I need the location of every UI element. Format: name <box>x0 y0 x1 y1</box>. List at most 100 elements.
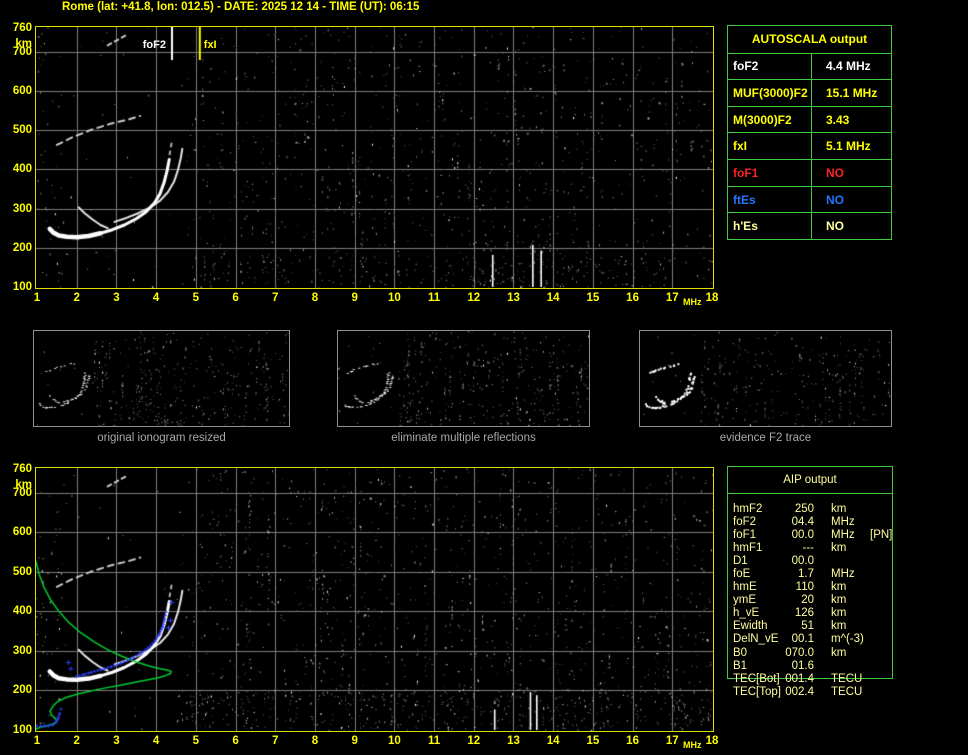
thumbnail-eliminate-reflections <box>337 330 590 427</box>
aip-unit: km <box>831 594 868 607</box>
x-axis-tick: 4 <box>153 735 159 747</box>
aip-unit <box>831 660 868 673</box>
aip-row: hmF1---km <box>727 542 902 555</box>
autoscala-row: fxI5.1 MHz <box>728 133 891 160</box>
aip-param: hmE <box>727 581 783 594</box>
x-axis-tick: 13 <box>507 292 520 304</box>
y-axis-tick: 760 <box>1 463 32 475</box>
y-axis-tick: 300 <box>1 645 32 657</box>
aip-unit: TECU <box>831 673 868 686</box>
x-axis-tick: 13 <box>507 735 520 747</box>
aip-param: hmF2 <box>727 503 783 516</box>
aip-value: 00.0 <box>783 555 814 568</box>
aip-unit: km <box>831 620 868 633</box>
x-axis-tick: 3 <box>113 735 119 747</box>
aip-value: 002.4 <box>783 686 814 699</box>
aip-param: foE <box>727 568 783 581</box>
x-axis-tick: 6 <box>232 292 238 304</box>
autoscala-value: NO <box>812 160 891 186</box>
aip-unit: km <box>831 607 868 620</box>
thumbnail-original-ionogram <box>33 330 290 427</box>
thumbnail-eliminate-canvas <box>338 331 589 426</box>
x-axis-tick: 15 <box>586 735 599 747</box>
aip-unit: MHz <box>831 516 868 529</box>
x-axis-tick: 18 <box>706 292 719 304</box>
profile-ionogram-canvas <box>36 468 713 731</box>
autoscala-window: Rome (lat: +41.8, lon: 012.5) - DATE: 20… <box>0 0 968 755</box>
x-axis-tick: 1 <box>34 292 40 304</box>
aip-extra: [PN] <box>870 529 892 542</box>
autoscala-value: 15.1 MHz <box>812 80 891 106</box>
y-axis-tick: 600 <box>1 526 32 538</box>
autoscala-output-table: AUTOSCALA output foF24.4 MHzMUF(3000)F21… <box>727 25 892 240</box>
x-axis-tick: 8 <box>312 292 318 304</box>
aip-value: 00.0 <box>783 529 814 542</box>
aip-param: TEC[Bot] <box>727 673 783 686</box>
y-axis-tick: 400 <box>1 605 32 617</box>
fof2-marker-label: foF2 <box>134 39 166 51</box>
x-axis-tick: 16 <box>626 292 639 304</box>
x-axis-tick: 11 <box>428 292 440 304</box>
autoscala-row: foF1NO <box>728 160 891 187</box>
autoscala-table-title: AUTOSCALA output <box>728 26 891 54</box>
aip-row: hmE110km <box>727 581 902 594</box>
autoscala-value: NO <box>812 187 891 213</box>
x-axis-tick: 12 <box>467 735 480 747</box>
aip-row: foF100.0 MHz[PN] <box>727 529 902 542</box>
x-axis-tick: 18 <box>706 735 719 747</box>
y-axis-tick: 200 <box>1 684 32 696</box>
y-axis-tick: 300 <box>1 203 32 215</box>
aip-param: h_vE <box>727 607 783 620</box>
autoscala-row: foF24.4 MHz <box>728 54 891 81</box>
aip-row: DelN_vE00.1m^(-3) <box>727 633 902 646</box>
autoscala-param: MUF(3000)F2 <box>728 80 812 106</box>
aip-param: hmF1 <box>727 542 783 555</box>
y-axis-tick: 760 <box>1 22 32 34</box>
autoscala-table-rows: foF24.4 MHzMUF(3000)F215.1 MHzM(3000)F23… <box>728 54 891 240</box>
autoscala-row: M(3000)F23.43 <box>728 107 891 134</box>
x-axis-tick: 15 <box>586 292 599 304</box>
y-axis-unit-label: km <box>1 38 32 50</box>
aip-value: 250 <box>783 503 814 516</box>
thumbnail-evidence-f2 <box>639 330 892 427</box>
aip-unit: km <box>831 503 868 516</box>
aip-param: D1 <box>727 555 783 568</box>
y-axis-tick: 100 <box>1 724 32 736</box>
aip-param: foF1 <box>727 529 783 542</box>
thumbnail-evidence-canvas <box>640 331 891 426</box>
aip-value: 00.1 <box>783 633 814 646</box>
x-axis-tick: 10 <box>388 292 401 304</box>
aip-row: h_vE126 km <box>727 607 902 620</box>
aip-row: TEC[Top]002.4TECU <box>727 686 902 699</box>
autoscala-param: fxI <box>728 133 812 159</box>
aip-value: 126 <box>783 607 814 620</box>
autoscala-value: 4.4 MHz <box>812 54 891 80</box>
autoscala-param: ftEs <box>728 187 812 213</box>
x-axis-tick: 8 <box>312 735 318 747</box>
autoscala-row: ftEsNO <box>728 187 891 214</box>
aip-value: --- <box>783 542 814 555</box>
autoscala-param: foF2 <box>728 54 812 80</box>
aip-unit: TECU <box>831 686 868 699</box>
main-ionogram-canvas <box>36 27 713 288</box>
aip-unit: MHz <box>831 529 868 542</box>
autoscala-row: h'EsNO <box>728 213 891 239</box>
aip-value: 1.7 <box>783 568 814 581</box>
aip-unit: MHz <box>831 568 868 581</box>
aip-row: B101.6 <box>727 660 902 673</box>
aip-row: ymE20 km <box>727 594 902 607</box>
aip-param: ymE <box>727 594 783 607</box>
aip-table-title: AIP output <box>728 467 892 494</box>
aip-param: foF2 <box>727 516 783 529</box>
aip-param: B0 <box>727 647 783 660</box>
fxi-marker-label: fxI <box>204 39 217 51</box>
x-axis-tick: 5 <box>193 735 199 747</box>
aip-row: foE1.7 MHz <box>727 568 902 581</box>
aip-value: 20 <box>783 594 814 607</box>
y-axis-tick: 500 <box>1 566 32 578</box>
x-axis-tick: 5 <box>193 292 199 304</box>
x-axis-tick: 11 <box>428 735 440 747</box>
x-axis-unit-label: MHz <box>683 297 702 307</box>
y-axis-tick: 100 <box>1 281 32 293</box>
page-title: Rome (lat: +41.8, lon: 012.5) - DATE: 20… <box>62 1 419 13</box>
